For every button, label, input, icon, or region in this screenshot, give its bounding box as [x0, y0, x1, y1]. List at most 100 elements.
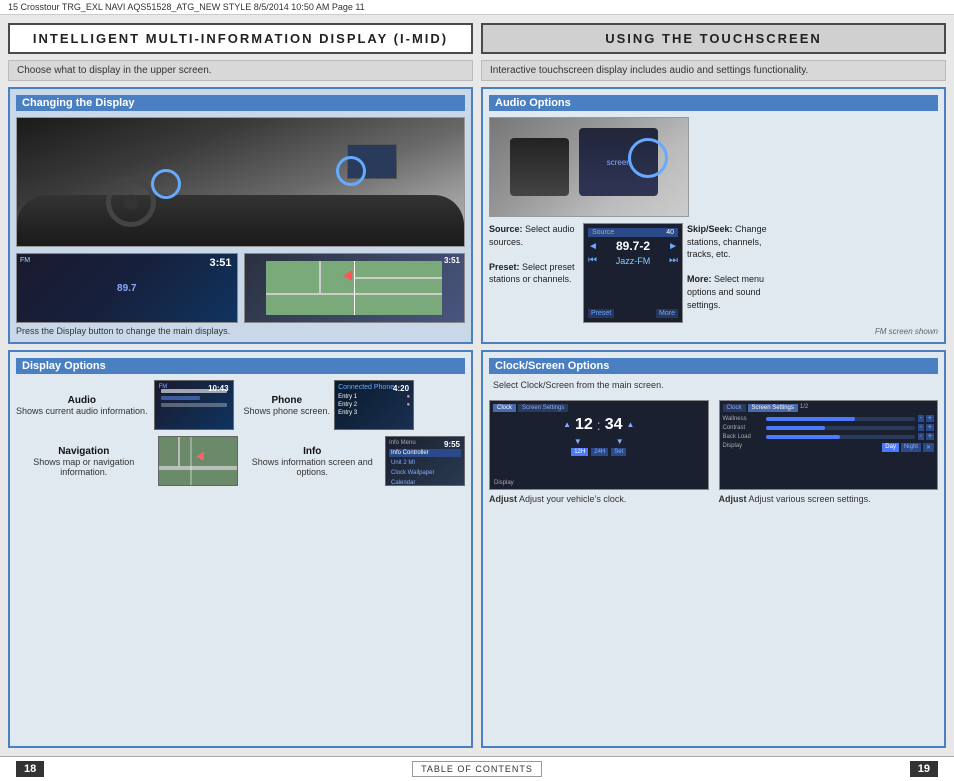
file-info: 15 Crosstour TRG_EXL NAVI AQS51528_ATG_N… — [8, 2, 365, 12]
clock-options-title: Clock/Screen Options — [489, 358, 938, 374]
page-container: 15 Crosstour TRG_EXL NAVI AQS51528_ATG_N… — [0, 0, 954, 781]
settings-tabs: Clock Screen Settings 1/2 — [723, 404, 935, 412]
contrast-label: Contrast — [723, 425, 763, 431]
hour-up-arrow: ▲ — [563, 421, 571, 429]
toc-link[interactable]: TABLE OF CONTENTS — [412, 761, 542, 777]
next-btn[interactable]: ► — [668, 241, 678, 252]
main-content: INTELLIGENT MULTI-INFORMATION DISPLAY (i… — [0, 15, 954, 756]
audio-option-screen: FM 10:43 — [154, 380, 234, 430]
audio-nav-row: ◄ 89.7-2 ► — [588, 239, 678, 253]
left-column: INTELLIGENT MULTI-INFORMATION DISPLAY (i… — [8, 23, 473, 748]
settings-adjust-item: Clock Screen Settings 1/2 Wallness — [719, 400, 939, 504]
fm-screen-note: FM screen shown — [489, 327, 938, 336]
brightness-plus[interactable]: + — [926, 415, 934, 422]
audio-options-section: Audio Options screen — [481, 87, 946, 344]
night-btn[interactable]: Night — [901, 443, 921, 452]
display-caption: Press the Display button to change the m… — [16, 326, 238, 336]
minute-down-arrow[interactable]: ▼ — [616, 438, 624, 446]
x-btn[interactable]: ✕ — [923, 443, 934, 452]
right-subtitle: Interactive touchscreen display includes… — [490, 65, 808, 76]
bottom-bar: 18 TABLE OF CONTENTS 19 — [0, 756, 954, 781]
backload-fill — [766, 435, 841, 439]
nav-option-screen: 3:51 — [158, 436, 238, 486]
option-audio-text: Audio Shows current audio information. — [16, 395, 148, 416]
changing-display-title: Changing the Display — [16, 95, 465, 111]
clock-format-row: 12H 24H Set — [493, 448, 705, 456]
audio-circle-highlight — [628, 138, 668, 178]
fm-display-image: FM 3:51 89.7 Press the Display button to… — [16, 253, 238, 336]
settings-adjust-caption: Adjust Adjust various screen settings. — [719, 494, 939, 504]
preset-btn[interactable]: Preset — [588, 309, 614, 318]
source-label: Source — [592, 229, 614, 236]
audio-car-image: screen — [489, 117, 689, 217]
format-12h-btn[interactable]: 12H — [571, 448, 588, 456]
backload-arrows: - + — [918, 433, 934, 440]
display-options-title: Display Options — [16, 358, 465, 374]
day-btn[interactable]: Day — [882, 443, 899, 452]
option-phone: Phone Shows phone screen. 4:20 Connected… — [244, 380, 466, 430]
page-num-right: 19 — [910, 761, 938, 777]
station-name: Jazz-FM — [616, 256, 651, 266]
settings-tab-screen[interactable]: Screen Settings — [748, 404, 798, 412]
more-btn[interactable]: More — [656, 309, 678, 318]
clock-screens: Clock Screen Settings ▲ 12 : 34 — [489, 400, 938, 504]
settings-tab-clock[interactable]: Clock — [723, 404, 746, 412]
set-btn[interactable]: Set — [611, 448, 626, 456]
hour-down-arrow[interactable]: ▼ — [574, 438, 582, 446]
page-indicator: 1/2 — [800, 404, 808, 412]
audio-options-title: Audio Options — [489, 95, 938, 111]
backload-plus[interactable]: + — [926, 433, 934, 440]
brightness-minus[interactable]: - — [918, 415, 924, 422]
clock-subtitle: Select Clock/Screen from the main screen… — [489, 378, 938, 392]
two-display-images: FM 3:51 89.7 Press the Display button to… — [16, 253, 465, 336]
clock-adjust-caption: Adjust Adjust your vehicle’s clock. — [489, 494, 709, 504]
format-24h-btn[interactable]: 24H — [591, 448, 608, 456]
clock-adjust-item: Clock Screen Settings ▲ 12 : 34 — [489, 400, 709, 504]
audio-right-annotations: Skip/Seek: Change stations, channels, tr… — [687, 223, 777, 311]
clock-tab-screen-settings[interactable]: Screen Settings — [518, 404, 568, 412]
brightness-label: Wallness — [723, 416, 763, 422]
right-section-header: USING THE TOUCHSCREEN — [481, 23, 946, 54]
clock-minute: 34 — [605, 416, 623, 434]
time-badge: 3:51 — [209, 257, 231, 269]
prev-track-btn[interactable]: ⏮ — [588, 255, 597, 266]
audio-screen: Source 40 ◄ 89.7-2 ► ⏮ — [583, 223, 683, 323]
settings-display-label: Display — [723, 443, 743, 452]
page-num-left: 18 — [16, 761, 44, 777]
backload-bar — [766, 435, 915, 439]
phone-option-screen: 4:20 Connected Phone Entry 1 ● Entry 2 ● — [334, 380, 414, 430]
backload-minus[interactable]: - — [918, 433, 924, 440]
prev-btn[interactable]: ◄ — [588, 241, 598, 252]
left-subtitle-bar: Choose what to display in the upper scre… — [8, 60, 473, 81]
option-nav-text: Navigation Shows map or navigation infor… — [16, 446, 152, 477]
contrast-minus[interactable]: - — [918, 424, 924, 431]
car-interior-image — [16, 117, 465, 247]
contrast-plus[interactable]: + — [926, 424, 934, 431]
map-grid — [266, 261, 442, 315]
nav-screen: 3:51 — [244, 253, 466, 323]
option-info-text: Info Shows information screen and option… — [244, 446, 382, 477]
contrast-bar — [766, 426, 915, 430]
option-phone-text: Phone Shows phone screen. — [244, 395, 331, 416]
display-options-section: Display Options Audio Shows current audi… — [8, 350, 473, 748]
right-column: USING THE TOUCHSCREEN Interactive touchs… — [481, 23, 946, 748]
num-badge: 40 — [666, 229, 674, 236]
station-display: 89.7-2 — [616, 239, 650, 253]
meta-bar: 15 Crosstour TRG_EXL NAVI AQS51528_ATG_N… — [0, 0, 954, 15]
changing-display-section: Changing the Display — [8, 87, 473, 344]
audio-bottom-row: Preset More — [588, 309, 678, 318]
clock-tabs: Clock Screen Settings — [493, 404, 705, 412]
next-track-btn[interactable]: ⏭ — [669, 255, 678, 266]
audio-screen-content: Source 40 ◄ 89.7-2 ► ⏮ — [584, 224, 682, 322]
backload-row: Back Load - + — [723, 433, 935, 440]
clock-tab-clock[interactable]: Clock — [493, 404, 516, 412]
brightness-arrows: - + — [918, 415, 934, 422]
clock-hour: 12 — [575, 416, 593, 434]
display-options-grid: Audio Shows current audio information. F… — [16, 380, 465, 486]
fm-badge: FM — [20, 257, 30, 264]
nav-arrow — [196, 450, 207, 461]
right-title: USING THE TOUCHSCREEN — [605, 31, 822, 46]
settings-content: Clock Screen Settings 1/2 Wallness — [720, 401, 938, 455]
audio-left-annotations: Source: Select audio sources. Preset: Se… — [489, 223, 579, 286]
settings-screen: Clock Screen Settings 1/2 Wallness — [719, 400, 939, 490]
